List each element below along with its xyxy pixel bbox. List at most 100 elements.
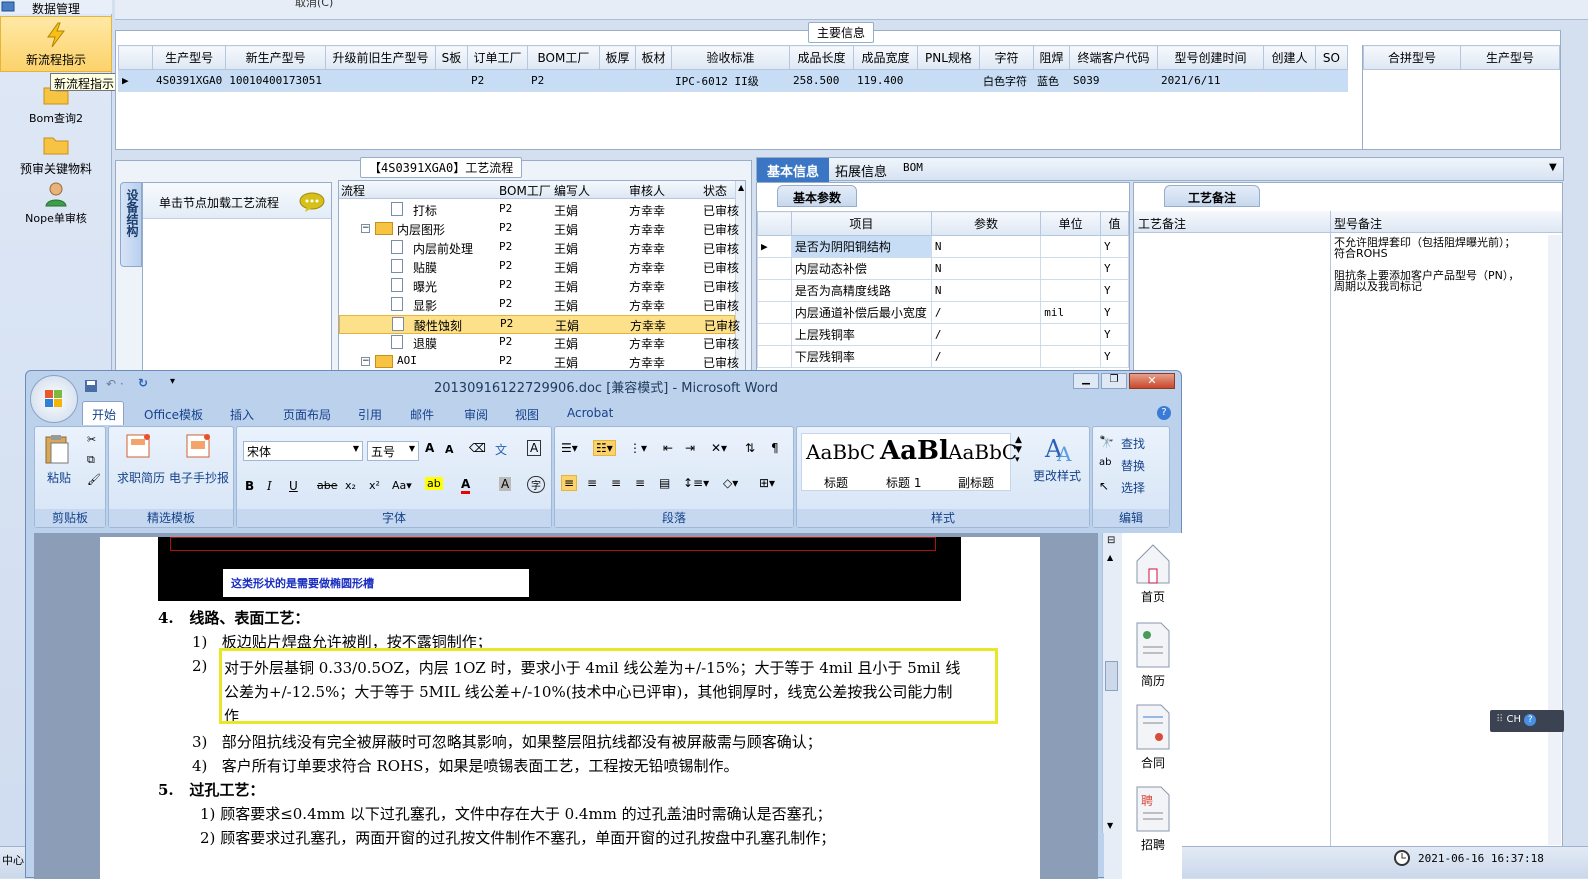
tab-references[interactable]: 引用 [358,406,382,423]
table-cell[interactable]: / [930,301,1042,324]
align-center-icon[interactable]: ≡ [587,476,597,490]
enclose-char-icon[interactable]: 字 [527,476,545,493]
expand-icon[interactable]: − [361,357,370,366]
close-button[interactable]: ✕ [1129,373,1175,389]
line-spacing-icon[interactable]: ↕≡▾ [683,476,709,490]
column-header[interactable]: 订单工厂 [466,45,528,70]
help-icon[interactable]: ? [1524,714,1537,726]
column-header[interactable]: 板厚 [598,45,636,70]
sidebar-recruit[interactable]: 聘招聘 [1122,785,1184,853]
table-cell[interactable]: mil [1040,301,1102,324]
table-cell[interactable]: 白色字符 [978,69,1034,92]
table-row[interactable]: 是否为高精度线路 N Y [757,279,1129,302]
basic-params-tab[interactable]: 基本参数 [777,185,857,207]
chinese-layout-icon[interactable]: ✕▾ [711,441,727,455]
style-sample-heading1[interactable]: AaBl [880,436,949,466]
underline-button[interactable]: U [289,479,298,493]
column-header[interactable]: 新生产型号 [225,45,326,70]
table-cell[interactable]: Y [1100,257,1129,280]
change-case-button[interactable]: Aa▾ [392,479,412,492]
decrease-indent-icon[interactable]: ⇤ [663,441,673,455]
strikethrough-button[interactable]: abe [317,479,338,492]
tab-extended-info[interactable]: 拓展信息 [825,158,897,182]
table-cell[interactable] [916,69,980,92]
table-cell[interactable]: 4S0391XGA0 [151,69,227,92]
gallery-scroll-icon[interactable]: ▲ ▼ ▾ [1015,435,1022,465]
column-header[interactable]: 验收标准 [670,45,790,70]
table-cell[interactable]: N [930,279,1042,302]
table-cell[interactable]: Y [1100,301,1129,324]
side-tab-device[interactable]: 设备结构 [120,182,142,267]
column-header[interactable]: 工艺备注 [1138,215,1186,232]
vertical-scrollbar[interactable]: ⊟ ▲ ▼ [1102,533,1120,833]
table-cell[interactable] [434,69,468,92]
column-header[interactable]: BOM工厂 [499,182,551,199]
model-remarks-text[interactable]: 不允许阻焊套印（包括阻焊曝光前）； 符合ROHS 阻抗条上要添加客户产品型号（P… [1334,237,1548,292]
char-border-icon[interactable]: A [527,440,542,456]
ime-toolbar[interactable]: ⠿ CH ? [1490,710,1564,732]
table-cell[interactable]: N [930,257,1042,280]
table-cell[interactable] [1040,279,1102,302]
grow-font-icon[interactable]: A [425,441,434,455]
nav-item-key-materials[interactable]: 预审关键物料 [0,130,112,176]
table-cell[interactable] [1040,345,1102,368]
column-header[interactable]: 升级前旧生产型号 [324,45,436,70]
table-cell[interactable]: 上层残铜率 [790,323,932,346]
resume-icon[interactable] [125,433,151,459]
table-cell[interactable]: 2021/6/11 [1156,69,1264,92]
table-cell[interactable]: Y [1100,235,1129,258]
replace-icon[interactable]: ab [1099,457,1111,468]
table-cell[interactable] [598,69,636,92]
restore-button[interactable]: ❐ [1101,373,1127,389]
ime-language[interactable]: CH [1507,714,1522,725]
table-row[interactable]: 内层通道补偿后最小宽度 / mil Y [757,301,1129,324]
column-header[interactable]: 字符 [978,45,1034,70]
column-header[interactable]: 生产型号 [1460,45,1560,70]
sidebar-resume[interactable]: 简历 [1122,621,1184,689]
increase-indent-icon[interactable]: ⇥ [685,441,695,455]
column-header[interactable]: 单位 [1040,211,1102,236]
change-styles-button[interactable]: 更改样式 [1033,467,1081,484]
remarks-tab[interactable]: 工艺备注 [1164,185,1260,207]
shading-icon[interactable]: ◇▾ [723,476,738,490]
scroll-down-icon[interactable]: ▼ [1107,821,1113,830]
tab-mailings[interactable]: 邮件 [410,406,434,423]
paste-label[interactable]: 粘贴 [47,469,71,486]
change-styles-icon[interactable]: AA [1043,433,1077,463]
table-cell[interactable]: / [930,323,1042,346]
bold-button[interactable]: B [245,479,254,493]
table-row[interactable]: 上层残铜率 / Y [757,323,1129,346]
style-sample-normal[interactable]: AaBbC [806,440,875,464]
tab-insert[interactable]: 插入 [230,406,254,423]
table-cell[interactable]: P2 [466,69,528,92]
table-cell[interactable]: 蓝色 [1032,69,1070,92]
table-cell[interactable]: P2 [526,69,600,92]
borders-icon[interactable]: ⊞▾ [759,476,775,490]
highlight-icon[interactable]: ab [425,477,443,490]
table-cell[interactable]: 内层通道补偿后最小宽度 [790,301,932,324]
table-cell[interactable]: IPC-6012 II级 [670,69,790,92]
help-icon[interactable]: ? [1157,406,1171,420]
tab-bom[interactable]: BOM [893,158,933,182]
table-cell[interactable] [634,69,672,92]
sort-icon[interactable]: ⇅ [745,441,755,455]
table-cell[interactable]: 下层残铜率 [790,345,932,368]
cancel-label[interactable]: 取消(C) [295,0,333,10]
sidebar-home[interactable]: 首页 [1122,541,1184,605]
table-cell[interactable] [1040,323,1102,346]
char-shading-icon[interactable]: A [499,477,512,491]
document-page[interactable]: 这类形状的是需要做椭圆形槽 4. 线路、表面工艺： 1) 板边贴片焊盘允许被削，… [100,537,1040,879]
column-header[interactable]: 阻焊 [1032,45,1070,70]
handout-icon[interactable] [185,433,211,459]
resume-button[interactable]: 求职简历 [117,469,165,486]
show-marks-icon[interactable]: ¶ [771,441,779,455]
style-label-subtitle[interactable]: 副标题 [958,474,994,491]
scroll-up-icon[interactable]: ▲ [738,183,744,192]
dropdown-arrow-icon[interactable]: ▼ [1549,162,1557,173]
select-icon[interactable]: ↖ [1099,479,1109,493]
italic-button[interactable]: I [267,479,272,493]
font-color-icon[interactable]: A [461,477,471,494]
scroll-up-icon[interactable]: ▲ [1107,553,1113,562]
column-header[interactable]: SO [1314,45,1348,70]
office-button[interactable] [30,375,78,423]
